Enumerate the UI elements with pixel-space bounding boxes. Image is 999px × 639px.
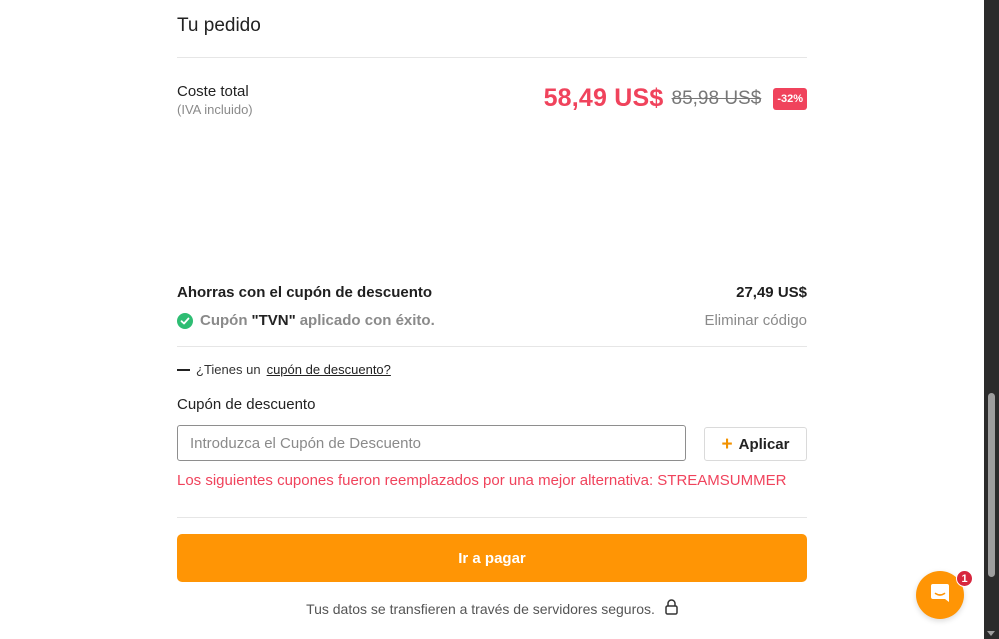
chat-icon	[928, 581, 952, 610]
secure-note-text: Tus datos se transfieren a través de ser…	[306, 600, 655, 617]
vat-note: (IVA incluido)	[177, 102, 253, 117]
total-label: Coste total	[177, 83, 249, 100]
scrollbar[interactable]	[984, 0, 999, 639]
coupon-field-label: Cupón de descuento	[177, 396, 316, 413]
coupon-error-message: Los siguientes cupones fueron reemplazad…	[177, 472, 787, 489]
plus-icon: +	[721, 433, 733, 455]
apply-label: Aplicar	[738, 435, 790, 453]
price-row: 58,49 US$ 85,98 US$ -32%	[544, 84, 807, 113]
price-new: 58,49 US$	[543, 84, 664, 112]
lock-icon	[665, 599, 678, 618]
applied-suffix: aplicado con éxito.	[299, 312, 435, 329]
coupon-input[interactable]	[177, 425, 686, 461]
scroll-down-icon[interactable]	[987, 631, 995, 636]
check-icon	[177, 312, 193, 329]
divider	[177, 517, 807, 518]
scrollbar-thumb[interactable]	[988, 393, 995, 577]
page-title: Tu pedido	[177, 15, 261, 36]
coupon-question-prefix: ¿Tienes un	[196, 362, 261, 377]
chat-notification-badge: 1	[956, 570, 973, 587]
price-old: 85,98 US$	[671, 87, 762, 109]
pay-button[interactable]: Ir a pagar	[177, 534, 807, 582]
discount-badge: -32%	[773, 87, 807, 110]
checkout-page: Tu pedido Coste total (IVA incluido) 58,…	[0, 0, 999, 639]
savings-value: 27,49 US$	[736, 284, 807, 301]
apply-button[interactable]: + Aplicar	[704, 427, 807, 461]
coupon-question-link[interactable]: cupón de descuento?	[267, 362, 391, 377]
applied-prefix: Cupón	[200, 312, 248, 329]
minus-icon	[177, 368, 190, 371]
coupon-applied-status: Cupón "TVN" aplicado con éxito.	[177, 312, 435, 329]
remove-code-link[interactable]: Eliminar código	[704, 312, 807, 329]
divider	[177, 57, 807, 58]
divider	[177, 346, 807, 347]
applied-code: "TVN"	[251, 312, 296, 329]
secure-note: Tus datos se transfieren a través de ser…	[177, 599, 807, 618]
savings-label: Ahorras con el cupón de descuento	[177, 284, 433, 301]
coupon-toggle[interactable]: ¿Tienes un cupón de descuento?	[177, 362, 391, 377]
